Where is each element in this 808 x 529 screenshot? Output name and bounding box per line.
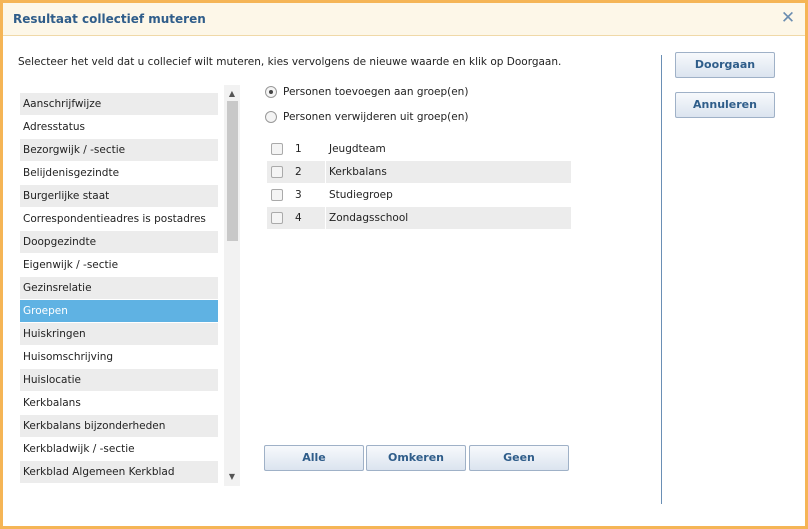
group-row[interactable]: 4 Zondagsschool [267, 207, 571, 229]
field-list-item[interactable]: Huiskringen [20, 323, 218, 345]
group-row[interactable]: 2 Kerkbalans [267, 161, 571, 183]
field-list-item[interactable]: Kerkbalans [20, 392, 218, 414]
radio-remove[interactable] [265, 111, 277, 123]
option-add-label: Personen toevoegen aan groep(en) [283, 86, 469, 98]
dialog-title: Resultaat collectief muteren [13, 12, 206, 26]
field-list-item[interactable]: Bezorgwijk / -sectie [20, 139, 218, 161]
field-list-item[interactable]: Belijdenisgezindte [20, 162, 218, 184]
field-list-item[interactable]: Huisomschrijving [20, 346, 218, 368]
select-none-button[interactable]: Geen [469, 445, 569, 471]
instruction-text: Selecteer het veld dat u collecief wilt … [18, 56, 562, 68]
group-name: Zondagsschool [329, 212, 409, 224]
field-list-item[interactable]: Eigenwijk / -sectie [20, 254, 218, 276]
group-number: 1 [295, 143, 302, 155]
group-checkbox[interactable] [271, 189, 283, 201]
group-row[interactable]: 1 Jeugdteam [267, 138, 571, 160]
group-checkbox[interactable] [271, 143, 283, 155]
column-separator [325, 207, 326, 229]
field-list-item[interactable]: Correspondentieadres is postadres [20, 208, 218, 230]
scroll-up-icon[interactable]: ▲ [224, 87, 240, 101]
group-row[interactable]: 3 Studiegroep [267, 184, 571, 206]
invert-selection-button[interactable]: Omkeren [366, 445, 466, 471]
close-icon[interactable]: ✕ [778, 8, 798, 28]
group-number: 4 [295, 212, 302, 224]
group-checkbox[interactable] [271, 166, 283, 178]
option-remove-label: Personen verwijderen uit groep(en) [283, 111, 469, 123]
field-list-item[interactable]: Adresstatus [20, 116, 218, 138]
group-name: Studiegroep [329, 189, 393, 201]
field-list-item[interactable]: Kerkbalans bijzonderheden [20, 415, 218, 437]
column-separator [325, 184, 326, 206]
cancel-button[interactable]: Annuleren [675, 92, 775, 118]
mutation-dialog: Resultaat collectief muteren ✕ Selecteer… [0, 0, 808, 529]
group-number: 3 [295, 189, 302, 201]
field-list-item[interactable]: Burgerlijke staat [20, 185, 218, 207]
select-all-button[interactable]: Alle [264, 445, 364, 471]
radio-add[interactable] [265, 86, 277, 98]
field-list-item[interactable]: Kerkbladwijk / -sectie [20, 438, 218, 460]
field-list-item[interactable]: Groepen [20, 300, 218, 322]
group-checkbox[interactable] [271, 212, 283, 224]
group-number: 2 [295, 166, 302, 178]
column-separator [325, 138, 326, 160]
field-list: ▲ ▼ Aanschrijfwijze Adresstatus Bezorgwijk… [20, 85, 240, 486]
field-list-item[interactable]: Huislocatie [20, 369, 218, 391]
field-list-scrollbar[interactable]: ▲ ▼ [224, 85, 240, 486]
field-list-item[interactable]: Doopgezindte [20, 231, 218, 253]
scroll-thumb[interactable] [227, 101, 238, 241]
group-name: Kerkbalans [329, 166, 387, 178]
continue-button[interactable]: Doorgaan [675, 52, 775, 78]
title-bar: Resultaat collectief muteren ✕ [3, 3, 805, 36]
scroll-down-icon[interactable]: ▼ [224, 470, 240, 484]
field-list-item[interactable]: Kerkblad Algemeen Kerkblad [20, 461, 218, 483]
vertical-divider [661, 55, 662, 504]
field-list-item[interactable]: Gezinsrelatie [20, 277, 218, 299]
column-separator [325, 161, 326, 183]
field-list-item[interactable]: Aanschrijfwijze [20, 93, 218, 115]
group-name: Jeugdteam [329, 143, 386, 155]
